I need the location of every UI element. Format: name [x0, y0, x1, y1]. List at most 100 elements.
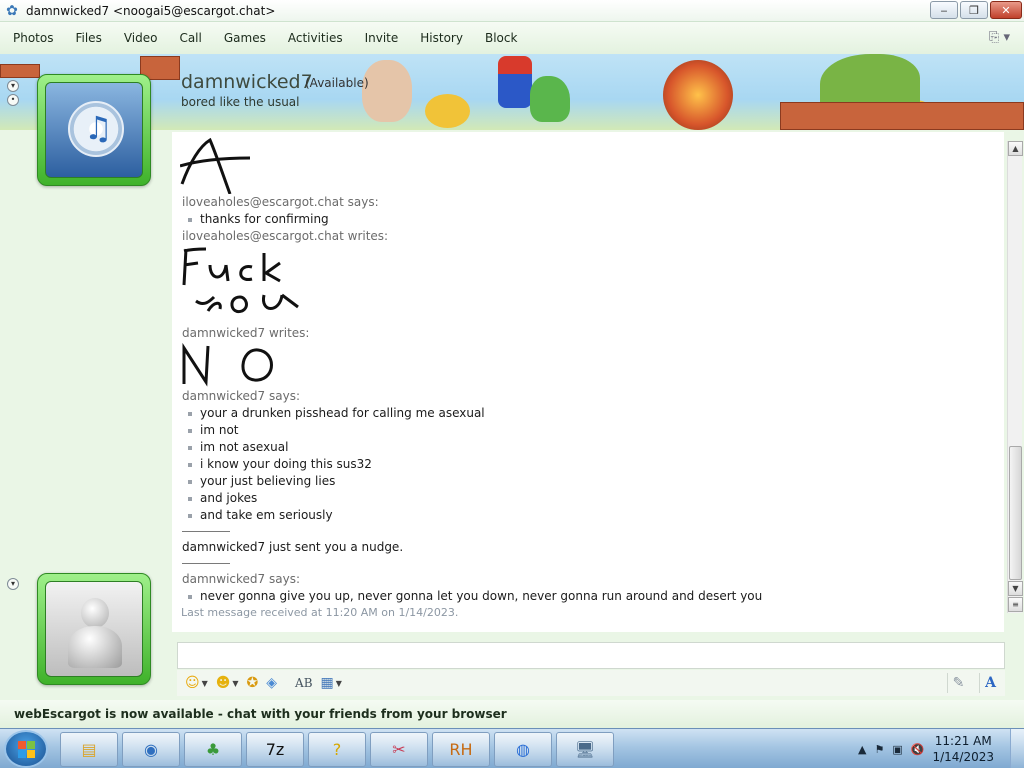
divider — [182, 531, 230, 532]
message-line: your a drunken pisshead for calling me a… — [188, 405, 1004, 422]
message-sender: damnwicked7 says: — [182, 389, 300, 403]
scroll-up-button[interactable]: ▲ — [1008, 141, 1023, 156]
handwriting-drawing — [182, 342, 273, 387]
message-text: thanks for confirming — [200, 212, 329, 226]
nudge-button[interactable]: ◈ — [266, 673, 277, 693]
nudge-notice: damnwicked7 just sent you a nudge. — [182, 540, 404, 554]
messenger-app-icon[interactable]: ✿ — [4, 3, 20, 19]
windows-logo-icon — [18, 741, 36, 759]
wink-button[interactable]: ☻ ▼ — [216, 673, 239, 693]
action-center-flag-icon[interactable]: ⚑ — [874, 743, 884, 756]
menu-history[interactable]: History — [420, 31, 463, 45]
close-button[interactable]: ✕ — [990, 1, 1022, 19]
show-desktop-button[interactable] — [1010, 729, 1024, 768]
message-line: im not asexual — [188, 439, 1004, 456]
scroll-end-button[interactable]: ≡ — [1008, 597, 1023, 612]
bullet-icon — [188, 428, 192, 433]
message-line: never gonna give you up, never gonna let… — [188, 588, 1004, 605]
message-line: i know your doing this sus32 — [188, 456, 1004, 473]
clock[interactable]: 11:21 AM 1/14/2023 — [932, 733, 994, 765]
show-hidden-icons-icon[interactable]: ▲ — [858, 743, 866, 756]
network-icon[interactable]: ▣ — [892, 743, 902, 756]
brick-decoration — [0, 64, 40, 78]
status-bar-message[interactable]: webEscargot is now available - chat with… — [14, 707, 507, 721]
message-line: im not — [188, 422, 1004, 439]
layout-options-icon[interactable]: ⎘ ▾ — [989, 30, 1010, 45]
system-tray: ▲ ⚑ ▣ 🔇 11:21 AM 1/14/2023 — [858, 729, 1024, 768]
taskbar-snipping-button[interactable]: ✂ — [370, 732, 428, 767]
nudge-icon: ◈ — [266, 674, 278, 691]
taskbar-browser-button[interactable]: ◉ — [122, 732, 180, 767]
start-button[interactable] — [4, 730, 48, 768]
scroll-thumb[interactable] — [1009, 446, 1022, 580]
bullet-icon — [188, 445, 192, 450]
chat-scrollbar[interactable]: ▲ ▼ ≡ — [1007, 141, 1023, 613]
taskbar-chrome-button[interactable]: ◍ — [494, 732, 552, 767]
message-input[interactable] — [177, 642, 1005, 669]
menu-activities[interactable]: Activities — [288, 31, 343, 45]
window-controls: ‒ ❐ ✕ — [930, 1, 1022, 19]
menu-call[interactable]: Call — [179, 31, 201, 45]
scissors-icon: ✂ — [392, 740, 406, 759]
bullet-icon — [188, 513, 192, 518]
scroll-down-button[interactable]: ▼ — [1008, 581, 1023, 596]
message-sender: iloveaholes@escargot.chat says: — [182, 195, 379, 209]
contact-name: damnwicked7 — [181, 71, 313, 93]
message-text: im not asexual — [200, 440, 289, 454]
menu-invite[interactable]: Invite — [365, 31, 399, 45]
browser-icon: ◉ — [144, 740, 158, 759]
itunes-picture: ♫ — [45, 82, 143, 178]
handwriting-button[interactable]: ✎ — [947, 673, 969, 693]
animation-icon: ✪ — [246, 675, 259, 691]
handwriting-a — [180, 137, 251, 194]
text-style-button[interactable]: A — [979, 673, 1001, 693]
collapse-icon[interactable]: ▾ — [7, 80, 19, 92]
mario-decoration — [498, 56, 532, 108]
menu-photos[interactable]: Photos — [13, 31, 53, 45]
taskbar-resource-hacker-button[interactable]: RH — [432, 732, 490, 767]
emoticon-button[interactable]: ☺ ▼ — [185, 673, 208, 693]
last-message-timestamp: Last message received at 11:20 AM on 1/1… — [181, 606, 459, 619]
font-button[interactable]: AB — [295, 673, 312, 693]
pen-icon: ✎ — [952, 675, 965, 691]
conversation-history[interactable]: iloveaholes@escargot.chat says: thanks f… — [172, 132, 1004, 632]
window-title: damnwicked7 <noogai5@escargot.chat> — [26, 3, 276, 18]
taskbar-help-button[interactable]: ? — [308, 732, 366, 767]
clock-time: 11:21 AM — [934, 734, 992, 748]
message-text: i know your doing this sus32 — [200, 457, 372, 471]
message-line: your just believing lies — [188, 473, 1004, 490]
menu-games[interactable]: Games — [224, 31, 266, 45]
expand-icon[interactable]: • — [7, 94, 19, 106]
menu-block[interactable]: Block — [485, 31, 517, 45]
text-style-icon: A — [985, 675, 996, 691]
background-button[interactable]: ▦ ▼ — [321, 673, 342, 693]
music-note-icon: ♫ — [84, 109, 113, 147]
message-line: and jokes — [188, 490, 1004, 507]
taskbar-7zip-button[interactable]: 7z — [246, 732, 304, 767]
taskbar-messenger-button[interactable]: ♣ — [184, 732, 242, 767]
help-icon: ? — [332, 740, 342, 759]
maximize-button[interactable]: ❐ — [960, 1, 988, 19]
bullet-icon — [188, 594, 192, 599]
menu-video[interactable]: Video — [124, 31, 158, 45]
minimize-button[interactable]: ‒ — [930, 1, 958, 19]
title-bar: ✿ damnwicked7 <noogai5@escargot.chat> ‒ … — [0, 0, 1024, 22]
taskbar-explorer-button[interactable]: ▤ — [60, 732, 118, 767]
message-text: and jokes — [200, 491, 258, 505]
bullet-icon — [188, 479, 192, 484]
buddy-body-icon — [68, 626, 122, 668]
contact-avatar[interactable]: ♫ — [37, 74, 151, 186]
folder-icon: ▤ — [81, 740, 97, 759]
message-sender: iloveaholes@escargot.chat writes: — [182, 229, 389, 243]
animation-button[interactable]: ✪ — [247, 673, 259, 693]
menu-files[interactable]: Files — [75, 31, 101, 45]
my-avatar[interactable] — [37, 573, 151, 685]
taskbar-computer-button[interactable]: 🖥 — [556, 732, 614, 767]
volume-muted-icon[interactable]: 🔇 — [911, 743, 925, 756]
portrait-decoration — [362, 60, 412, 122]
resource-hacker-icon: RH — [449, 740, 473, 759]
collapse-avatar-icon[interactable]: ▾ — [7, 578, 19, 590]
menu-bar: Photos Files Video Call Games Activities… — [0, 22, 1024, 54]
chrome-icon: ◍ — [516, 740, 530, 759]
messenger-icon: ♣ — [205, 740, 221, 759]
